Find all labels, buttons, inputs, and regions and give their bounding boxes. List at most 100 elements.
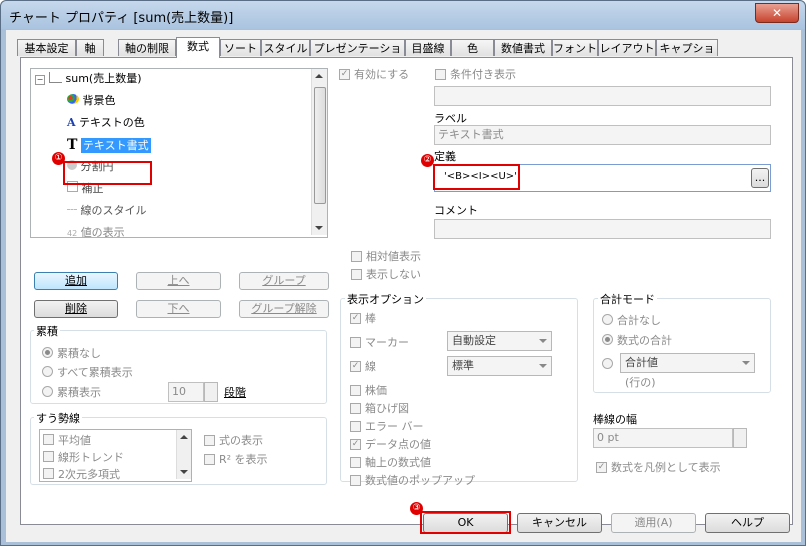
- linear-checkbox[interactable]: [43, 451, 54, 462]
- show-formula-checkbox[interactable]: [204, 435, 215, 446]
- no-totals-radio[interactable]: [602, 314, 613, 325]
- values-on-data-checkbox[interactable]: ✓: [350, 439, 361, 450]
- line-checkbox[interactable]: ✓: [350, 361, 361, 372]
- delete-button[interactable]: 削除: [34, 300, 118, 318]
- axis-values-checkbox[interactable]: [350, 457, 361, 468]
- average-checkbox[interactable]: [43, 434, 54, 445]
- move-up-button[interactable]: 上へ: [136, 272, 221, 290]
- tree-item-background-color[interactable]: 背景色: [67, 91, 116, 111]
- tab-expressions[interactable]: 数式: [176, 37, 220, 58]
- accumulate-steps-radio[interactable]: [42, 386, 53, 397]
- poly2-label: 2次元多項式: [58, 468, 120, 481]
- scroll-up-icon[interactable]: [315, 74, 323, 78]
- tab-axis[interactable]: 軸: [76, 39, 104, 56]
- add-button[interactable]: 追加: [34, 272, 118, 290]
- tree-item-text-color[interactable]: A テキストの色: [67, 113, 145, 133]
- expression-tree[interactable]: − sum(売上数量) 背景色 A テキストの色 T テキスト書式 分割円 補正…: [30, 68, 328, 238]
- title-bar: チャート プロパティ [sum(売上数量)] ✕: [1, 1, 805, 29]
- group-button[interactable]: グループ: [239, 272, 329, 290]
- close-button[interactable]: ✕: [755, 3, 799, 23]
- tab-colors[interactable]: 色: [451, 39, 494, 56]
- tree-item-text-format[interactable]: T テキスト書式: [67, 135, 151, 155]
- trendline-list[interactable]: 平均値 線形トレンド 2次元多項式: [39, 429, 192, 482]
- expression-as-legend-checkbox[interactable]: ✓: [596, 462, 607, 473]
- line-style-icon: [67, 209, 77, 211]
- tree-item-line-style[interactable]: 線のスタイル: [67, 201, 147, 221]
- comment-caption: コメント: [434, 204, 478, 217]
- show-formula-label: 式の表示: [219, 434, 263, 447]
- ungroup-label: グループ解除: [251, 302, 317, 315]
- cancel-button[interactable]: キャンセル: [517, 513, 602, 533]
- box-label: 箱ひげ図: [365, 402, 409, 415]
- label-input[interactable]: テキスト書式: [434, 125, 771, 145]
- edit-expression-button[interactable]: ...: [751, 168, 769, 188]
- marker-label: マーカー: [365, 336, 409, 349]
- tab-style[interactable]: スタイル: [261, 39, 310, 56]
- marker-select[interactable]: 自動設定: [447, 331, 552, 351]
- stock-checkbox[interactable]: [350, 385, 361, 396]
- poly2-checkbox[interactable]: [43, 468, 54, 479]
- tab-gridlines[interactable]: 目盛線: [405, 39, 451, 56]
- full-accumulation-radio[interactable]: [42, 366, 53, 377]
- relative-checkbox[interactable]: [351, 251, 362, 262]
- relative-label: 相対値表示: [366, 250, 421, 263]
- apply-button[interactable]: 適用(A): [611, 513, 696, 533]
- tree-item-label: 背景色: [82, 94, 116, 107]
- tab-axis-limits[interactable]: 軸の制限: [118, 39, 176, 56]
- no-accumulation-radio[interactable]: [42, 347, 53, 358]
- steps-spinner[interactable]: [204, 382, 218, 402]
- callout-3-highlight: [420, 511, 511, 534]
- tree-scrollbar[interactable]: [311, 69, 327, 235]
- total-of-select[interactable]: 合計値: [620, 353, 755, 373]
- tab-basic[interactable]: 基本設定: [17, 39, 76, 56]
- line-width-input[interactable]: 0 pt: [593, 428, 733, 448]
- collapse-toggle[interactable]: −: [35, 75, 45, 85]
- enable-checkbox[interactable]: ✓: [339, 69, 350, 80]
- dialog-window: チャート プロパティ [sum(売上数量)] ✕ 基本設定 軸 軸の制限 数式 …: [0, 0, 806, 546]
- chevron-down-icon: [539, 339, 547, 343]
- move-down-button[interactable]: 下へ: [136, 300, 221, 318]
- scroll-thumb[interactable]: [314, 87, 326, 204]
- marker-checkbox[interactable]: [350, 337, 361, 348]
- bar-checkbox[interactable]: ✓: [350, 313, 361, 324]
- up-label: 上へ: [167, 274, 190, 287]
- scroll-up-icon[interactable]: [180, 435, 188, 439]
- tree-root[interactable]: sum(売上数量): [49, 69, 142, 89]
- tab-caption[interactable]: キャプション: [656, 39, 718, 72]
- conditional-checkbox[interactable]: [435, 69, 446, 80]
- total-of-value: 合計値: [625, 356, 658, 369]
- invisible-checkbox[interactable]: [351, 269, 362, 280]
- trendline-scrollbar[interactable]: [176, 430, 191, 479]
- line-width-spinner[interactable]: [733, 428, 747, 448]
- help-button[interactable]: ヘルプ: [705, 513, 790, 533]
- tab-font[interactable]: フォント: [552, 39, 598, 56]
- tree-item-label: テキストの色: [79, 116, 145, 129]
- total-of-radio[interactable]: [602, 358, 613, 369]
- tab-number[interactable]: 数値書式: [494, 39, 552, 56]
- scroll-down-icon[interactable]: [180, 470, 188, 474]
- scroll-down-icon[interactable]: [315, 226, 323, 230]
- ungroup-button[interactable]: グループ解除: [239, 300, 329, 318]
- tree-item-show-value[interactable]: 42 値の表示: [67, 223, 125, 237]
- popup-label: 数式値のポップアップ: [365, 474, 475, 487]
- show-r2-checkbox[interactable]: [204, 454, 215, 465]
- steps-input[interactable]: 10: [168, 382, 204, 402]
- value-icon: 42: [67, 229, 78, 237]
- chevron-down-icon: [742, 361, 750, 365]
- comment-input[interactable]: [434, 219, 771, 239]
- values-on-data-label: データ点の値: [365, 438, 431, 451]
- line-width-label: 棒線の幅: [593, 413, 637, 426]
- popup-checkbox[interactable]: [350, 475, 361, 486]
- line-select[interactable]: 標準: [447, 356, 552, 376]
- delete-label: 削除: [65, 302, 87, 315]
- error-bar-checkbox[interactable]: [350, 421, 361, 432]
- box-checkbox[interactable]: [350, 403, 361, 414]
- expression-total-radio[interactable]: [602, 334, 613, 345]
- tab-presentation[interactable]: プレゼンテーション: [310, 39, 405, 72]
- tab-layout[interactable]: レイアウト: [598, 39, 656, 56]
- tab-sort[interactable]: ソート: [220, 39, 261, 56]
- text-color-icon: A: [67, 116, 76, 129]
- tab-panel: − sum(売上数量) 背景色 A テキストの色 T テキスト書式 分割円 補正…: [20, 57, 793, 525]
- conditional-input[interactable]: [434, 86, 771, 106]
- show-r2-label: R² を表示: [219, 453, 268, 466]
